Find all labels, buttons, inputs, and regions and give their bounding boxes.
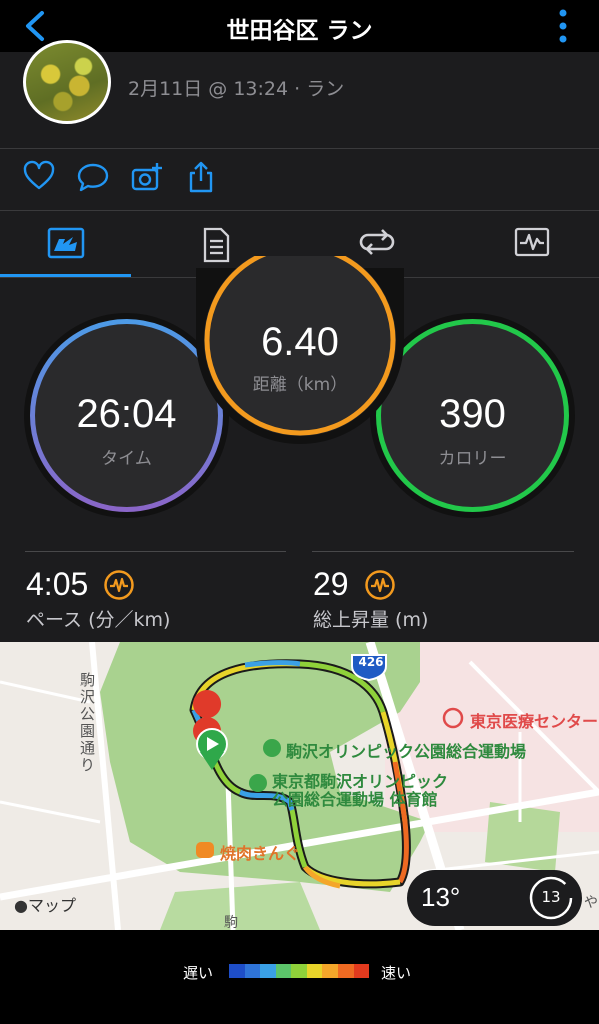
legend-color-bar [229,964,370,978]
legend-color-swatch [244,964,261,978]
ascent-label: 総上昇量 (m) [313,609,429,631]
pace-stat: 4:05 ペース (分／km) [26,566,170,632]
street-label-komazawa: 駒 [224,915,238,930]
pace-value: 4:05 [26,566,89,602]
page-title: 世田谷区 ラン [226,18,373,44]
overview-icon [47,227,85,259]
weather-pill[interactable]: 13° 13 [407,870,582,926]
laps-icon [359,229,395,255]
legend-color-swatch [291,964,307,978]
divider [0,148,599,149]
poi-label-1: 駒沢オリンピック公園総合運動場 [286,742,527,761]
time-label: タイム [101,449,152,469]
ascent-value: 29 [313,566,349,602]
graph-icon [514,227,550,257]
divider [25,551,286,552]
ascent-chart-icon[interactable] [364,569,396,601]
tab-overview[interactable] [0,211,130,277]
comment-icon[interactable] [76,160,110,194]
distance-stat-circle: 6.40 距離（km） [200,256,400,440]
legend-slow-label: 遅い [183,964,214,982]
heart-icon[interactable] [22,160,56,194]
legend-color-swatch [229,964,245,978]
action-bar [0,150,599,210]
route-badge-label: 426 [358,655,384,669]
tab-graph[interactable] [467,211,597,277]
maps-brand-label: マップ [27,896,76,915]
street-label: 駒沢公園通り [80,671,96,774]
divider [312,551,574,552]
pace-label: ペース (分／km) [26,609,171,631]
activity-photo-avatar[interactable] [23,40,111,124]
activity-meta: 2月11日 @ 13:24 · ラン [128,78,345,100]
poi-label-2b: 公園総合運動場 体育館 [272,790,438,809]
hospital-label: 東京医療センター [470,712,599,731]
more-options-icon[interactable] [557,8,569,44]
nav-bar: 世田谷区 ラン [0,0,599,52]
legend-color-swatch [260,964,276,978]
legend-color-swatch [322,964,338,978]
pace-legend: 遅い 速い [0,930,599,1024]
calories-label: カロリー [438,449,507,469]
legend-color-swatch [306,964,323,978]
legend-fast-label: 速い [381,964,412,982]
calories-value: 390 [439,392,506,436]
weather-gauge-value: 13 [541,888,561,906]
legend-color-swatch [353,964,370,978]
distance-label: 距離（km） [252,375,348,395]
restaurant-label: 焼肉きんぐ [220,844,301,863]
edge-label: や [584,895,598,911]
time-value: 26:04 [76,392,177,436]
temperature-value: 13° [421,882,461,912]
share-icon[interactable] [184,160,218,194]
legend-color-swatch [337,964,354,978]
apple-logo-icon: ● [14,896,28,915]
ascent-stat: 29 総上昇量 (m) [313,566,428,632]
legend-color-swatch [275,964,292,978]
pace-chart-icon[interactable] [103,569,135,601]
add-photo-icon[interactable] [130,160,164,194]
distance-value: 6.40 [261,320,339,364]
maps-brand: ●マップ [14,892,76,916]
